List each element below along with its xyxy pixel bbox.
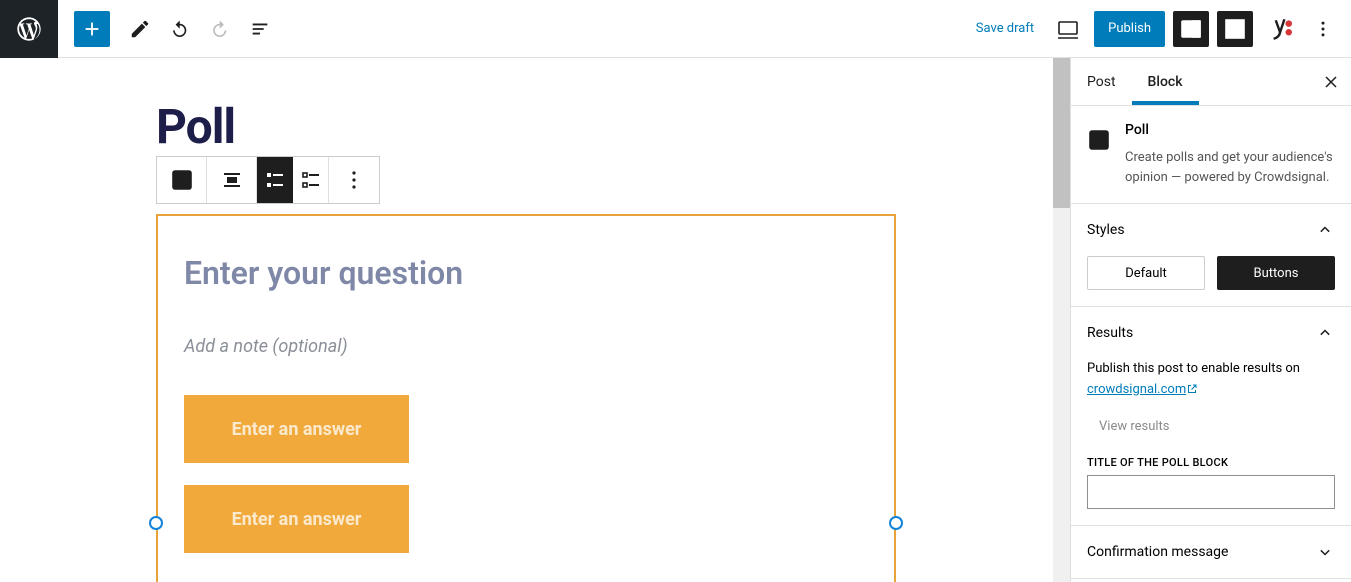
block-resize-handle[interactable] bbox=[149, 516, 163, 530]
close-sidebar-button[interactable] bbox=[1321, 72, 1341, 96]
block-resize-handle[interactable] bbox=[889, 516, 903, 530]
panel-label: Results bbox=[1087, 325, 1133, 341]
list-filled-icon bbox=[263, 168, 287, 192]
more-vertical-icon bbox=[342, 168, 366, 192]
block-toolbar bbox=[156, 156, 380, 204]
poll-title-input[interactable] bbox=[1087, 475, 1335, 509]
block-more-button[interactable] bbox=[329, 157, 379, 203]
wordpress-icon bbox=[15, 15, 43, 43]
canvas-scrollbar[interactable] bbox=[1053, 58, 1070, 582]
panel-confirmation-toggle[interactable]: Confirmation message bbox=[1071, 526, 1351, 578]
close-icon bbox=[1321, 72, 1341, 92]
pencil-icon bbox=[129, 18, 151, 40]
panel-label: Styles bbox=[1087, 222, 1125, 238]
list-view-icon bbox=[249, 18, 271, 40]
style-buttons-button[interactable]: Buttons bbox=[1217, 256, 1335, 290]
panel-label: Confirmation message bbox=[1087, 544, 1228, 560]
scrollbar-thumb[interactable] bbox=[1053, 58, 1070, 208]
panel-styles-toggle[interactable]: Styles bbox=[1071, 204, 1351, 256]
sidebar-right-icon bbox=[1179, 17, 1203, 41]
preview-button[interactable] bbox=[1050, 11, 1086, 47]
undo-button[interactable] bbox=[162, 11, 198, 47]
view-results-button[interactable]: View results bbox=[1087, 403, 1335, 442]
poll-answer-input[interactable]: Enter an answer bbox=[184, 395, 409, 463]
tab-post[interactable]: Post bbox=[1071, 58, 1132, 105]
list-style-active-button[interactable] bbox=[257, 157, 293, 203]
editor-canvas[interactable]: Poll Enter your question bbox=[0, 58, 1070, 582]
settings-sidebar: Post Block Poll Create polls and get you… bbox=[1070, 58, 1351, 582]
more-vertical-icon bbox=[1313, 19, 1333, 39]
plus-icon bbox=[81, 18, 103, 40]
chevron-up-icon bbox=[1315, 323, 1335, 343]
poll-title-label: TITLE OF THE POLL BLOCK bbox=[1087, 456, 1335, 469]
style-default-button[interactable]: Default bbox=[1087, 256, 1205, 290]
crowdsignal-link[interactable]: crowdsignal.com bbox=[1087, 382, 1198, 397]
document-overview-button[interactable] bbox=[242, 11, 278, 47]
poll-answer-input[interactable]: Enter an answer bbox=[184, 485, 409, 553]
poll-note-input[interactable]: Add a note (optional) bbox=[184, 336, 868, 357]
redo-icon bbox=[209, 18, 231, 40]
align-button[interactable] bbox=[207, 157, 257, 203]
align-icon bbox=[220, 168, 244, 192]
undo-icon bbox=[169, 18, 191, 40]
results-description: Publish this post to enable results on c… bbox=[1087, 359, 1335, 403]
poll-icon bbox=[170, 168, 194, 192]
redo-button[interactable] bbox=[202, 11, 238, 47]
tab-block[interactable]: Block bbox=[1132, 58, 1199, 105]
block-type-icon bbox=[1087, 122, 1111, 158]
chevron-down-icon bbox=[1315, 542, 1335, 562]
post-title[interactable]: Poll bbox=[156, 98, 1070, 155]
chevron-up-icon bbox=[1315, 220, 1335, 240]
poll-icon bbox=[1087, 128, 1111, 152]
list-outline-icon bbox=[299, 168, 323, 192]
add-block-button[interactable] bbox=[74, 11, 110, 47]
wordpress-logo[interactable] bbox=[0, 0, 58, 58]
external-link-icon bbox=[1186, 383, 1198, 395]
block-name: Poll bbox=[1125, 122, 1335, 138]
publish-button[interactable]: Publish bbox=[1094, 11, 1165, 47]
save-draft-button[interactable]: Save draft bbox=[968, 21, 1042, 36]
panel-results-toggle[interactable]: Results bbox=[1071, 307, 1351, 359]
block-type-button[interactable] bbox=[157, 157, 207, 203]
poll-question-input[interactable]: Enter your question bbox=[184, 254, 868, 292]
options-button[interactable] bbox=[1305, 11, 1341, 47]
poll-block[interactable]: Enter your question Add a note (optional… bbox=[156, 214, 896, 582]
yoast-toggle[interactable] bbox=[1261, 11, 1297, 47]
desktop-icon bbox=[1056, 17, 1080, 41]
list-style-alt-button[interactable] bbox=[293, 157, 329, 203]
settings-sidebar-toggle[interactable] bbox=[1173, 11, 1209, 47]
spectra-toggle[interactable] bbox=[1217, 11, 1253, 47]
edit-tools-button[interactable] bbox=[122, 11, 158, 47]
block-description: Create polls and get your audience's opi… bbox=[1125, 148, 1335, 187]
spectra-icon bbox=[1223, 17, 1247, 41]
yoast-icon bbox=[1266, 16, 1292, 42]
